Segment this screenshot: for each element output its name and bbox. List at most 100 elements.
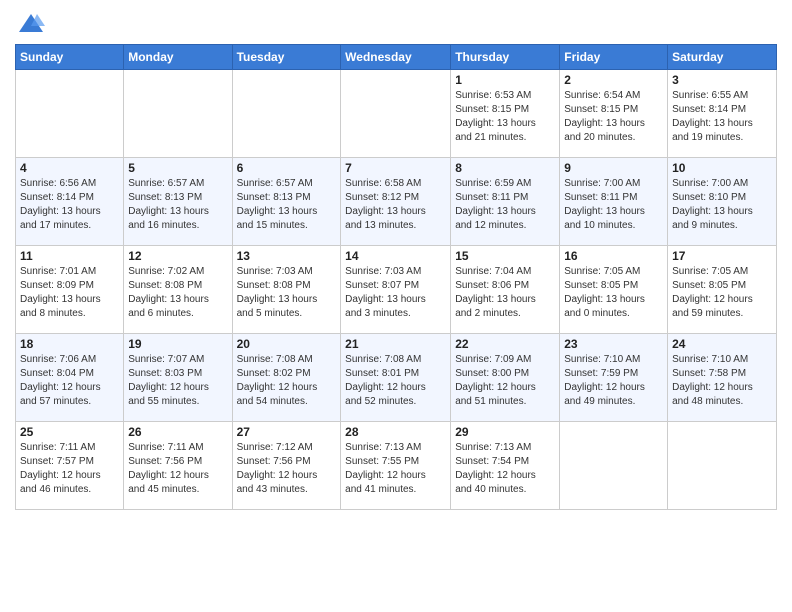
calendar-cell: 22 Sunrise: 7:09 AM Sunset: 8:00 PM Dayli… (451, 334, 560, 422)
cell-info: Sunrise: 7:13 AM Sunset: 7:55 PM Dayligh… (345, 441, 446, 497)
cell-info: Sunrise: 7:05 AM Sunset: 8:05 PM Dayligh… (564, 265, 663, 321)
calendar-cell: 14Sunrise: 7:03 AM Sunset: 8:07 PM Dayli… (341, 246, 451, 334)
cell-info: Sunrise: 6:59 AM Sunset: 8:11 PM Dayligh… (455, 177, 555, 233)
calendar-cell: 23 Sunrise: 7:10 AM Sunset: 7:59 PM Dayli… (560, 334, 668, 422)
cell-date: 7 (345, 161, 446, 175)
cell-info: Sunrise: 7:03 AM Sunset: 8:08 PM Dayligh… (237, 265, 337, 321)
calendar-header-row: SundayMondayTuesdayWednesdayThursdayFrid… (16, 45, 777, 70)
cell-date: 12 (128, 249, 227, 263)
cell-date: 6 (237, 161, 337, 175)
calendar-cell (560, 422, 668, 510)
cell-info: Sunrise: 7:07 AM Sunset: 8:03 PM Dayligh… (128, 353, 227, 409)
cell-info: Sunrise: 7:05 AM Sunset: 8:05 PM Dayligh… (672, 265, 772, 321)
cell-date: 17 (672, 249, 772, 263)
day-header-monday: Monday (124, 45, 232, 70)
cell-info: Sunrise: 7:13 AM Sunset: 7:54 PM Dayligh… (455, 441, 555, 497)
cell-date: 1 (455, 73, 555, 87)
page-container: SundayMondayTuesdayWednesdayThursdayFrid… (0, 0, 792, 520)
cell-info: Sunrise: 7:08 AM Sunset: 8:02 PM Dayligh… (237, 353, 337, 409)
cell-date: 25 (20, 425, 119, 439)
cell-date: 15 (455, 249, 555, 263)
cell-info: Sunrise: 7:00 AM Sunset: 8:10 PM Dayligh… (672, 177, 772, 233)
calendar-cell: 20 Sunrise: 7:08 AM Sunset: 8:02 PM Dayli… (232, 334, 341, 422)
cell-date: 19 (128, 337, 227, 351)
cell-info: Sunrise: 6:55 AM Sunset: 8:14 PM Dayligh… (672, 89, 772, 145)
calendar-cell: 19 Sunrise: 7:07 AM Sunset: 8:03 PM Dayli… (124, 334, 232, 422)
day-header-sunday: Sunday (16, 45, 124, 70)
calendar-cell: 9 Sunrise: 7:00 AM Sunset: 8:11 PM Daylig… (560, 158, 668, 246)
cell-info: Sunrise: 7:09 AM Sunset: 8:00 PM Dayligh… (455, 353, 555, 409)
day-header-tuesday: Tuesday (232, 45, 341, 70)
cell-date: 24 (672, 337, 772, 351)
cell-date: 9 (564, 161, 663, 175)
logo (15, 10, 45, 38)
day-header-wednesday: Wednesday (341, 45, 451, 70)
calendar-week-1: 1 Sunrise: 6:53 AM Sunset: 8:15 PM Daylig… (16, 70, 777, 158)
cell-info: Sunrise: 7:04 AM Sunset: 8:06 PM Dayligh… (455, 265, 555, 321)
calendar-cell: 18 Sunrise: 7:06 AM Sunset: 8:04 PM Dayli… (16, 334, 124, 422)
cell-info: Sunrise: 7:06 AM Sunset: 8:04 PM Dayligh… (20, 353, 119, 409)
cell-date: 2 (564, 73, 663, 87)
cell-info: Sunrise: 7:10 AM Sunset: 7:59 PM Dayligh… (564, 353, 663, 409)
calendar-cell: 11 Sunrise: 7:01 AM Sunset: 8:09 PM Dayli… (16, 246, 124, 334)
cell-date: 26 (128, 425, 227, 439)
cell-info: Sunrise: 7:08 AM Sunset: 8:01 PM Dayligh… (345, 353, 446, 409)
calendar-cell: 7Sunrise: 6:58 AM Sunset: 8:12 PM Daylig… (341, 158, 451, 246)
calendar-cell: 21 Sunrise: 7:08 AM Sunset: 8:01 PM Dayli… (341, 334, 451, 422)
calendar-cell: 15 Sunrise: 7:04 AM Sunset: 8:06 PM Dayli… (451, 246, 560, 334)
calendar-cell: 29 Sunrise: 7:13 AM Sunset: 7:54 PM Dayli… (451, 422, 560, 510)
calendar-cell: 26 Sunrise: 7:11 AM Sunset: 7:56 PM Dayli… (124, 422, 232, 510)
day-header-friday: Friday (560, 45, 668, 70)
cell-date: 13 (237, 249, 337, 263)
calendar-cell: 25Sunrise: 7:11 AM Sunset: 7:57 PM Dayli… (16, 422, 124, 510)
cell-date: 20 (237, 337, 337, 351)
cell-info: Sunrise: 7:10 AM Sunset: 7:58 PM Dayligh… (672, 353, 772, 409)
calendar-cell: 4Sunrise: 6:56 AM Sunset: 8:14 PM Daylig… (16, 158, 124, 246)
cell-date: 29 (455, 425, 555, 439)
calendar-week-4: 18 Sunrise: 7:06 AM Sunset: 8:04 PM Dayli… (16, 334, 777, 422)
day-header-thursday: Thursday (451, 45, 560, 70)
cell-date: 18 (20, 337, 119, 351)
calendar-week-2: 4Sunrise: 6:56 AM Sunset: 8:14 PM Daylig… (16, 158, 777, 246)
calendar-table: SundayMondayTuesdayWednesdayThursdayFrid… (15, 44, 777, 510)
cell-date: 4 (20, 161, 119, 175)
calendar-cell: 5 Sunrise: 6:57 AM Sunset: 8:13 PM Daylig… (124, 158, 232, 246)
calendar-cell: 2Sunrise: 6:54 AM Sunset: 8:15 PM Daylig… (560, 70, 668, 158)
cell-date: 5 (128, 161, 227, 175)
cell-date: 11 (20, 249, 119, 263)
cell-date: 28 (345, 425, 446, 439)
logo-icon (17, 10, 45, 38)
calendar-cell: 12 Sunrise: 7:02 AM Sunset: 8:08 PM Dayli… (124, 246, 232, 334)
calendar-cell: 8 Sunrise: 6:59 AM Sunset: 8:11 PM Daylig… (451, 158, 560, 246)
cell-date: 27 (237, 425, 337, 439)
calendar-cell (124, 70, 232, 158)
cell-info: Sunrise: 7:11 AM Sunset: 7:56 PM Dayligh… (128, 441, 227, 497)
calendar-cell: 13 Sunrise: 7:03 AM Sunset: 8:08 PM Dayli… (232, 246, 341, 334)
cell-info: Sunrise: 7:02 AM Sunset: 8:08 PM Dayligh… (128, 265, 227, 321)
calendar-cell: 24 Sunrise: 7:10 AM Sunset: 7:58 PM Dayli… (668, 334, 777, 422)
calendar-cell: 27 Sunrise: 7:12 AM Sunset: 7:56 PM Dayli… (232, 422, 341, 510)
calendar-week-5: 25Sunrise: 7:11 AM Sunset: 7:57 PM Dayli… (16, 422, 777, 510)
cell-info: Sunrise: 6:57 AM Sunset: 8:13 PM Dayligh… (237, 177, 337, 233)
cell-info: Sunrise: 6:53 AM Sunset: 8:15 PM Dayligh… (455, 89, 555, 145)
calendar-cell: 6 Sunrise: 6:57 AM Sunset: 8:13 PM Daylig… (232, 158, 341, 246)
calendar-cell (232, 70, 341, 158)
calendar-cell (341, 70, 451, 158)
calendar-cell (668, 422, 777, 510)
cell-date: 21 (345, 337, 446, 351)
cell-date: 8 (455, 161, 555, 175)
cell-date: 22 (455, 337, 555, 351)
cell-date: 10 (672, 161, 772, 175)
calendar-cell (16, 70, 124, 158)
header (15, 10, 777, 38)
calendar-cell: 16Sunrise: 7:05 AM Sunset: 8:05 PM Dayli… (560, 246, 668, 334)
calendar-cell: 17 Sunrise: 7:05 AM Sunset: 8:05 PM Dayli… (668, 246, 777, 334)
cell-info: Sunrise: 7:12 AM Sunset: 7:56 PM Dayligh… (237, 441, 337, 497)
cell-info: Sunrise: 6:57 AM Sunset: 8:13 PM Dayligh… (128, 177, 227, 233)
cell-date: 23 (564, 337, 663, 351)
cell-info: Sunrise: 7:00 AM Sunset: 8:11 PM Dayligh… (564, 177, 663, 233)
calendar-cell: 3 Sunrise: 6:55 AM Sunset: 8:14 PM Daylig… (668, 70, 777, 158)
cell-date: 3 (672, 73, 772, 87)
calendar-cell: 1 Sunrise: 6:53 AM Sunset: 8:15 PM Daylig… (451, 70, 560, 158)
cell-info: Sunrise: 7:01 AM Sunset: 8:09 PM Dayligh… (20, 265, 119, 321)
